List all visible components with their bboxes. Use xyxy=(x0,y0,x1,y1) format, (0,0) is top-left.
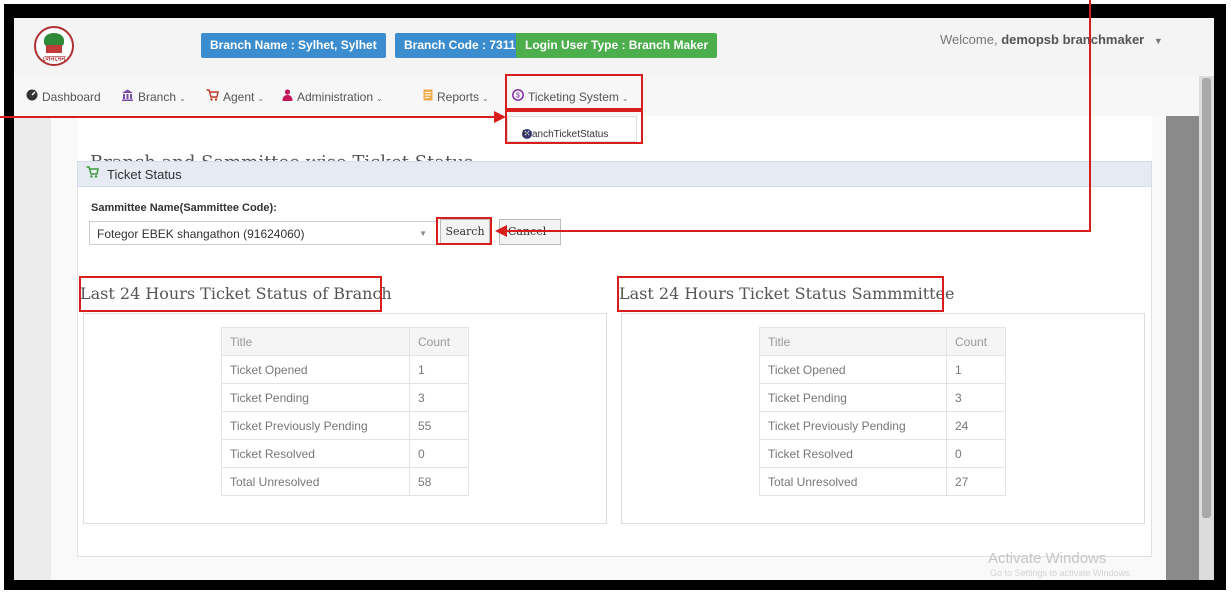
chevron-down-icon: ▼ xyxy=(419,229,427,238)
cart-icon xyxy=(86,166,99,181)
top-header: লেনদেন Branch Name : Sylhet, Sylhet Bran… xyxy=(14,18,1214,76)
ticketing-dropdown-menu: ✕ BranchTicketStatus xyxy=(507,116,637,142)
annotation-line xyxy=(506,230,1091,232)
nav-ticketing-system[interactable]: $ Ticketing System ⌄ xyxy=(512,89,629,104)
arrow-left-icon xyxy=(495,225,507,237)
table-cell: 58 xyxy=(409,467,469,496)
logo-text: লেনদেন xyxy=(42,56,66,63)
annotation-line xyxy=(1089,0,1091,232)
branch-code-badge: Branch Code : 7311 xyxy=(395,33,525,58)
header-cell: Count xyxy=(946,327,1006,356)
branch-status-title: Last 24 Hours Ticket Status of Branch xyxy=(80,284,392,303)
table-cell: Ticket Previously Pending xyxy=(759,411,947,440)
report-icon xyxy=(423,89,433,104)
arrow-right-icon xyxy=(494,111,506,123)
branch-name-badge: Branch Name : Sylhet, Sylhet xyxy=(201,33,386,58)
table-cell: 1 xyxy=(409,355,469,384)
table-cell: Ticket Opened xyxy=(221,355,410,384)
nav-reports[interactable]: Reports ⌄ xyxy=(423,89,489,104)
table-cell: 27 xyxy=(946,467,1006,496)
table-header-row: Title Count xyxy=(759,327,1006,356)
table-cell: Ticket Resolved xyxy=(221,439,410,468)
cancel-button[interactable]: Cancel xyxy=(499,219,561,245)
nav-label: Dashboard xyxy=(42,90,101,104)
chevron-down-icon: ▼ xyxy=(1153,36,1163,46)
table-cell: 24 xyxy=(946,411,1006,440)
table-header-row: Title Count xyxy=(221,327,469,356)
table-row: Ticket Resolved 0 xyxy=(759,439,1006,468)
nav-label: Branch xyxy=(138,90,177,104)
table-row: Total Unresolved 27 xyxy=(759,467,1006,496)
sammittee-status-box: Title Count Ticket Opened 1 Ticket Pendin… xyxy=(621,313,1145,524)
app-window: লেনদেন Branch Name : Sylhet, Sylhet Bran… xyxy=(14,18,1214,580)
nav-branch[interactable]: Branch ⌄ xyxy=(121,89,186,104)
annotation-line xyxy=(0,116,496,118)
welcome-text: Welcome, xyxy=(940,32,998,47)
ticket-icon: $ xyxy=(512,89,524,104)
table-cell: Ticket Pending xyxy=(221,383,410,412)
brand-logo[interactable]: লেনদেন xyxy=(34,26,74,66)
table-cell: Total Unresolved xyxy=(221,467,410,496)
activate-windows-watermark: Activate Windows xyxy=(988,550,1107,567)
nav-administration[interactable]: Administration ⌄ xyxy=(282,89,383,104)
table-cell: Ticket Previously Pending xyxy=(221,411,410,440)
table-cell: 55 xyxy=(409,411,469,440)
sammittee-status-table: Title Count Ticket Opened 1 Ticket Pendin… xyxy=(759,327,1006,496)
sammittee-field-label: Sammittee Name(Sammittee Code): xyxy=(91,202,277,214)
table-row: Ticket Resolved 0 xyxy=(221,439,469,468)
panel-header: Ticket Status xyxy=(77,161,1152,187)
house-icon xyxy=(46,45,62,53)
table-cell: Total Unresolved xyxy=(759,467,947,496)
table-cell: 3 xyxy=(409,383,469,412)
nav-label: Reports xyxy=(437,90,480,104)
nav-agent[interactable]: Agent ⌄ xyxy=(206,89,264,104)
table-row: Ticket Opened 1 xyxy=(221,355,469,384)
user-menu[interactable]: Welcome, demopsb branchmaker ▼ xyxy=(940,32,1163,47)
main-nav: Dashboard Branch ⌄ Agent ⌄ Administration ⌄… xyxy=(14,76,1214,117)
svg-text:$: $ xyxy=(516,93,520,100)
header-cell: Title xyxy=(759,327,947,356)
table-row: Ticket Pending 3 xyxy=(221,383,469,412)
branch-status-table: Title Count Ticket Opened 1 Ticket Pendin… xyxy=(221,327,469,496)
sammittee-status-title: Last 24 Hours Ticket Status Sammmittee xyxy=(619,284,955,303)
chevron-down-icon: ⌄ xyxy=(257,94,265,103)
panel-title: Ticket Status xyxy=(107,167,182,182)
nav-label: Administration xyxy=(297,90,374,104)
table-row: Total Unresolved 58 xyxy=(221,467,469,496)
table-cell: 3 xyxy=(946,383,1006,412)
scrollbar-thumb[interactable] xyxy=(1202,78,1211,518)
search-button[interactable]: Search xyxy=(440,219,490,245)
user-type-badge: Login User Type : Branch Maker xyxy=(516,33,718,58)
nav-dashboard[interactable]: Dashboard xyxy=(26,89,101,104)
select-value: Fotegor EBEK shangathon (91624060) xyxy=(97,227,305,241)
nav-label: Ticketing System xyxy=(528,90,619,104)
dashboard-icon xyxy=(26,89,38,104)
table-cell: Ticket Opened xyxy=(759,355,947,384)
chevron-down-icon: ⌄ xyxy=(621,94,629,103)
chevron-down-icon: ⌄ xyxy=(482,94,489,103)
table-row: Ticket Opened 1 xyxy=(759,355,1006,384)
table-row: Ticket Previously Pending 55 xyxy=(221,411,469,440)
header-cell: Count xyxy=(409,327,469,356)
chevron-down-icon: ⌄ xyxy=(179,94,186,103)
table-cell: Ticket Resolved xyxy=(759,439,947,468)
header-cell: Title xyxy=(221,327,410,356)
cart-icon xyxy=(206,89,219,104)
table-row: Ticket Previously Pending 24 xyxy=(759,411,1006,440)
table-cell: 0 xyxy=(409,439,469,468)
activate-windows-subtext: Go to Settings to activate Windows. xyxy=(990,568,1133,578)
sammittee-select[interactable]: Fotegor EBEK shangathon (91624060) ▼ xyxy=(89,221,437,245)
table-row: Ticket Pending 3 xyxy=(759,383,1006,412)
table-cell: 1 xyxy=(946,355,1006,384)
bank-icon xyxy=(121,89,134,104)
branch-status-box: Title Count Ticket Opened 1 Ticket Pendin… xyxy=(83,313,607,524)
username: demopsb branchmaker xyxy=(1001,32,1145,47)
menu-item-label: BranchTicketStatus xyxy=(522,129,609,140)
chevron-down-icon: ⌄ xyxy=(376,94,383,103)
table-cell: Ticket Pending xyxy=(759,383,947,412)
table-cell: 0 xyxy=(946,439,1006,468)
admin-user-icon xyxy=(282,89,293,104)
nav-label: Agent xyxy=(223,90,255,104)
